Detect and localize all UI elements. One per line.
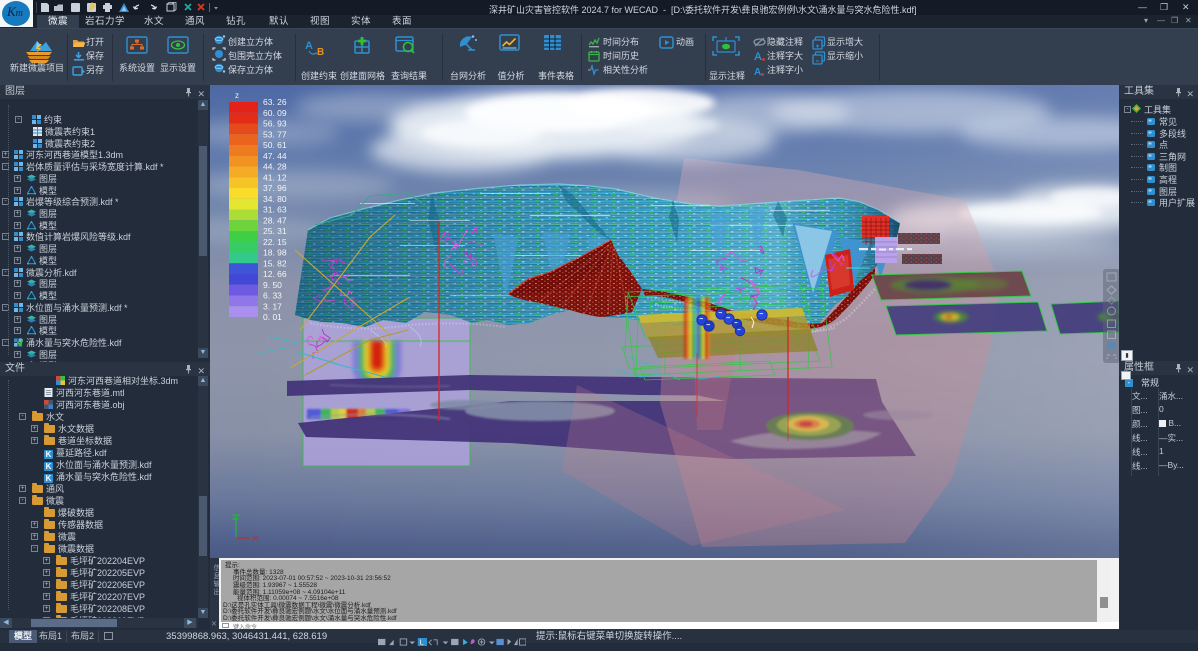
svg-text:53. 77: 53. 77 <box>263 129 287 139</box>
svg-text:6. 33: 6. 33 <box>263 291 282 301</box>
svg-text:B: B <box>317 47 324 58</box>
svg-text:z: z <box>235 91 239 100</box>
svg-text:47. 44: 47. 44 <box>263 151 287 161</box>
svg-text:L: L <box>420 638 424 646</box>
svg-text:25. 31: 25. 31 <box>263 226 287 236</box>
svg-text:63. 26: 63. 26 <box>263 97 287 107</box>
svg-text:44. 28: 44. 28 <box>263 162 287 172</box>
svg-text:9. 50: 9. 50 <box>263 280 282 290</box>
svg-text:34. 80: 34. 80 <box>263 194 287 204</box>
svg-text:56. 93: 56. 93 <box>263 119 287 129</box>
svg-text:18. 98: 18. 98 <box>263 248 287 258</box>
svg-text:50. 61: 50. 61 <box>263 140 287 150</box>
svg-text:22. 15: 22. 15 <box>263 237 287 247</box>
svg-text:A: A <box>754 51 762 63</box>
svg-text:15. 82: 15. 82 <box>263 258 287 268</box>
svg-text:A: A <box>305 40 313 52</box>
svg-text:3. 17: 3. 17 <box>263 301 282 311</box>
svg-text:0. 01: 0. 01 <box>263 312 282 322</box>
svg-text:28. 47: 28. 47 <box>263 215 287 225</box>
svg-text:31. 63: 31. 63 <box>263 205 287 215</box>
svg-text:A: A <box>754 67 761 78</box>
svg-text:41. 12: 41. 12 <box>263 172 287 182</box>
svg-text:60. 09: 60. 09 <box>263 108 287 118</box>
svg-text:12. 66: 12. 66 <box>263 269 287 279</box>
svg-text:37. 96: 37. 96 <box>263 183 287 193</box>
